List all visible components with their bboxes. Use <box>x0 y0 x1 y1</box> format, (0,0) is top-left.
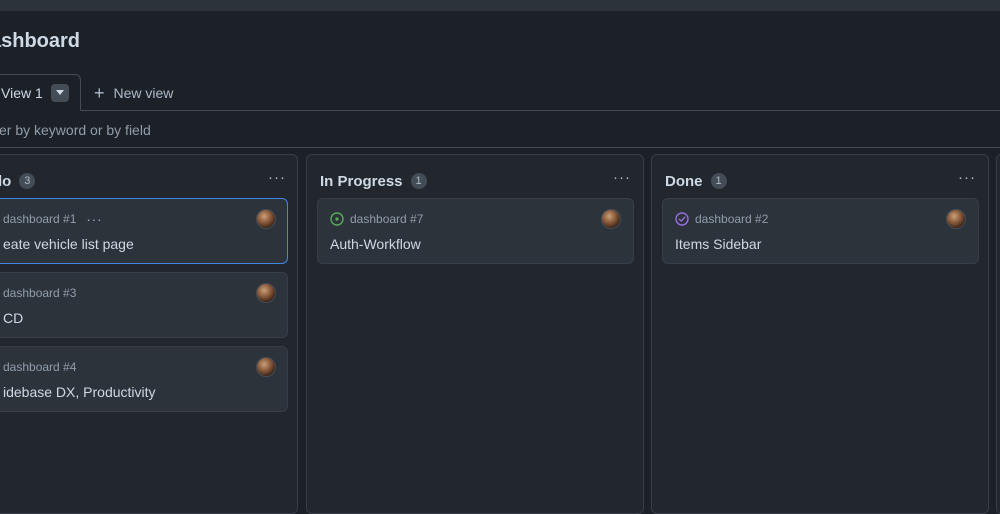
column-count-badge: 1 <box>410 173 427 189</box>
card-repo-number: dashboard #4 <box>3 360 77 374</box>
card-title[interactable]: eate vehicle list page <box>3 236 134 252</box>
card-meta: dashboard #7 <box>330 211 423 227</box>
column-header: Done 1 <box>665 171 727 191</box>
chevron-down-icon[interactable] <box>50 83 69 102</box>
card-menu-button[interactable]: ··· <box>86 212 102 227</box>
column-count-badge: 1 <box>710 173 727 189</box>
card-title[interactable]: idebase DX, Productivity <box>3 384 156 400</box>
column-name: lo <box>0 172 12 190</box>
avatar[interactable] <box>601 209 621 229</box>
plus-icon: + <box>94 83 105 103</box>
filter-input[interactable] <box>0 120 492 140</box>
new-view-button[interactable]: + New view <box>94 83 173 103</box>
closed-issue-icon <box>675 212 689 226</box>
top-bar <box>0 0 1000 11</box>
new-view-label: New view <box>113 85 174 101</box>
card-repo-number: dashboard #7 <box>350 212 424 226</box>
board-card[interactable]: dashboard #4 idebase DX, Productivity <box>0 346 288 412</box>
tab-view-1[interactable]: View 1 <box>0 74 81 111</box>
card-meta: dashboard #4 <box>3 359 76 375</box>
avatar[interactable] <box>256 283 276 303</box>
avatar[interactable] <box>946 209 966 229</box>
board-card[interactable]: dashboard #3 CD <box>0 272 288 338</box>
board-card[interactable]: dashboard #2 Items Sidebar <box>662 198 979 264</box>
card-title[interactable]: CD <box>3 310 23 326</box>
card-meta: dashboard #3 <box>3 285 76 301</box>
column-name: In Progress <box>320 172 403 190</box>
board-column-next <box>996 154 1000 514</box>
card-title[interactable]: Auth-Workflow <box>330 236 421 252</box>
column-menu-button[interactable]: ··· <box>266 169 288 186</box>
card-meta: dashboard #1 ··· <box>3 211 102 227</box>
column-header: In Progress 1 <box>320 171 427 191</box>
board-card[interactable]: dashboard #1 ··· eate vehicle list page <box>0 198 288 264</box>
column-menu-button[interactable]: ··· <box>956 169 978 186</box>
column-header: lo 3 <box>0 171 36 191</box>
card-repo-number: dashboard #2 <box>695 212 769 226</box>
card-title[interactable]: Items Sidebar <box>675 236 761 252</box>
column-name: Done <box>665 172 703 190</box>
avatar[interactable] <box>256 209 276 229</box>
board-card[interactable]: dashboard #7 Auth-Workflow <box>317 198 634 264</box>
card-repo-number: dashboard #3 <box>3 286 77 300</box>
avatar[interactable] <box>256 357 276 377</box>
filter-bar <box>0 112 1000 148</box>
open-issue-icon <box>330 212 344 226</box>
card-meta: dashboard #2 <box>675 211 768 227</box>
page-title: ashboard <box>0 30 81 52</box>
card-repo-number: dashboard #1 <box>3 212 77 226</box>
tab-label: View 1 <box>1 84 43 101</box>
board-column-done: Done 1 ··· dashboard #2 Items Sidebar <box>651 154 989 514</box>
column-menu-button[interactable]: ··· <box>611 169 633 186</box>
view-tabs: View 1 + New view <box>0 74 1000 111</box>
board-column-in-progress: In Progress 1 ··· dashboard #7 Auth-Work… <box>306 154 644 514</box>
board-column-todo: lo 3 ··· dashboard #1 ··· eate vehicle l… <box>0 154 298 514</box>
column-count-badge: 3 <box>19 173 36 189</box>
